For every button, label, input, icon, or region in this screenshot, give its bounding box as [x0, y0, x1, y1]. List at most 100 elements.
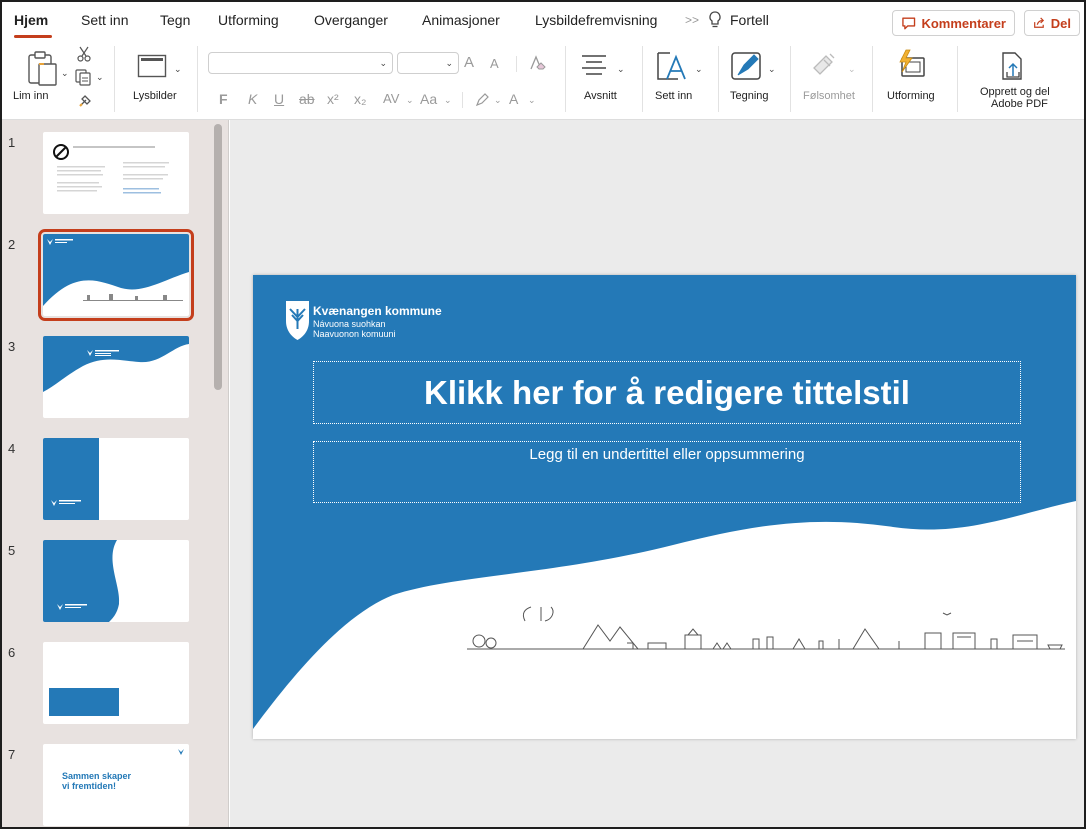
slide-thumbnail-2[interactable]: [38, 229, 194, 321]
increase-font-icon[interactable]: A: [464, 54, 474, 71]
slide-thumbnail-3[interactable]: [43, 336, 189, 418]
highlight-icon[interactable]: [474, 92, 490, 108]
ribbon-separator: [872, 46, 873, 112]
subtitle-placeholder[interactable]: Legg til en undertittel eller oppsummeri…: [313, 441, 1021, 503]
paste-icon[interactable]: [26, 50, 60, 88]
chevron-down-icon[interactable]: ⌄: [406, 95, 414, 106]
font-size-select[interactable]: ⌄: [397, 52, 459, 74]
slide-number: 4: [8, 441, 16, 456]
insert-label: Sett inn: [655, 90, 693, 102]
drawing-label: Tegning: [730, 90, 769, 102]
chevron-down-icon: ⌄: [445, 58, 453, 68]
sensitivity-chevron-icon[interactable]: ⌄: [848, 64, 856, 75]
ribbon-separator: [197, 46, 198, 112]
tab-overganger[interactable]: Overganger: [314, 12, 388, 28]
paragraph-chevron-icon[interactable]: ⌄: [617, 64, 625, 75]
ribbon-separator: [516, 56, 517, 72]
slides-label: Lysbilder: [133, 90, 177, 102]
font-family-select[interactable]: ⌄: [208, 52, 393, 74]
ribbon-separator: [957, 46, 958, 112]
share-button[interactable]: Del: [1024, 10, 1080, 36]
tab-sett-inn[interactable]: Sett inn: [81, 12, 128, 28]
chevron-down-icon[interactable]: ⌄: [494, 95, 502, 106]
chevron-down-icon[interactable]: ⌄: [444, 95, 452, 106]
slide-thumbnails-pane[interactable]: 1 2 3 4 5 6 7 Sammen skaper vi fremtiden…: [2, 120, 229, 827]
slide-number: 3: [8, 339, 16, 354]
copy-chevron-icon[interactable]: ⌄: [96, 72, 104, 83]
new-slide-icon[interactable]: [137, 54, 167, 78]
font-color-button[interactable]: A: [509, 91, 518, 107]
insert-textbox-icon[interactable]: [655, 49, 689, 83]
designer-icon[interactable]: [894, 48, 928, 82]
tab-animasjoner[interactable]: Animasjoner: [422, 12, 500, 28]
share-label: Del: [1050, 15, 1071, 31]
slide-number: 7: [8, 747, 16, 762]
tab-lysbildefremvisning[interactable]: Lysbildefremvisning: [535, 12, 657, 28]
chevron-down-icon[interactable]: ⌄: [528, 95, 536, 106]
drawing-shapes-icon[interactable]: [730, 49, 764, 83]
superscript-button[interactable]: x²: [327, 91, 339, 107]
active-tab-indicator: [14, 35, 52, 38]
comments-label: Kommentarer: [921, 15, 1006, 31]
character-spacing-button[interactable]: AV: [383, 91, 399, 106]
sensitivity-icon[interactable]: [810, 50, 840, 80]
format-painter-icon[interactable]: [78, 92, 94, 108]
slide-thumbnail-4[interactable]: [43, 438, 189, 520]
tab-hjem[interactable]: Hjem: [14, 12, 48, 28]
lightbulb-icon[interactable]: [707, 10, 723, 30]
decrease-font-icon[interactable]: A: [490, 56, 499, 71]
slide-number: 2: [8, 237, 16, 252]
sensitivity-label: Følsomhet: [803, 90, 855, 102]
organization-logo-text: Kvænangen kommune Návuona suohkan Naavuo…: [313, 304, 442, 339]
slide-thumbnail-6[interactable]: [43, 642, 189, 724]
org-name-kven: Naavuonon komuuni: [313, 329, 396, 339]
subscript-button[interactable]: x₂: [354, 91, 366, 107]
ribbon-toolbar: ⌄ Lim inn ⌄ ⌄ Lysbilder ⌄ ⌄ A A F K U ab…: [2, 42, 1084, 120]
drawing-chevron-icon[interactable]: ⌄: [768, 64, 776, 75]
more-tabs-icon[interactable]: >>: [685, 13, 699, 27]
slide-thumbnail-1[interactable]: [43, 132, 189, 214]
comments-button[interactable]: Kommentarer: [892, 10, 1015, 36]
app-window: Hjem Sett inn Tegn Utforming Overganger …: [0, 0, 1086, 829]
title-placeholder[interactable]: Klikk her for å redigere tittelstil: [313, 361, 1021, 424]
kvaenangen-coat-of-arms-icon: [286, 301, 309, 340]
slide-thumbnail-7[interactable]: Sammen skaper vi fremtiden!: [43, 744, 189, 826]
adobe-pdf-share-icon[interactable]: [998, 50, 1026, 82]
slide-thumbnail-5[interactable]: [43, 540, 189, 622]
paragraph-align-icon[interactable]: [580, 52, 608, 78]
ribbon-separator: [718, 46, 719, 112]
paragraph-label: Avsnitt: [584, 90, 617, 102]
pdf-label-line2: Adobe PDF: [991, 98, 1048, 110]
ribbon-separator: [114, 46, 115, 112]
ribbon-separator: [642, 46, 643, 112]
scissors-icon[interactable]: [77, 46, 91, 62]
current-slide[interactable]: Kvænangen kommune Návuona suohkan Naavuo…: [253, 275, 1076, 739]
share-icon: [1034, 17, 1045, 28]
paste-label: Lim inn: [13, 90, 49, 102]
italic-button[interactable]: K: [248, 91, 257, 107]
thumbnail-text-line2: vi fremtiden!: [62, 781, 117, 791]
ribbon-separator: [462, 92, 463, 108]
copy-icon[interactable]: [74, 68, 92, 86]
tell-me-search[interactable]: Fortell: [730, 12, 769, 28]
insert-chevron-icon[interactable]: ⌄: [695, 64, 703, 75]
org-name-sami: Návuona suohkan: [313, 319, 386, 329]
designer-label: Utforming: [887, 90, 935, 102]
thumbnails-scrollbar[interactable]: [214, 124, 222, 390]
tab-tegn[interactable]: Tegn: [160, 12, 190, 28]
thumbnail-text-line1: Sammen skaper: [62, 771, 132, 781]
chevron-down-icon: ⌄: [379, 58, 387, 68]
strikethrough-button[interactable]: ab: [299, 91, 315, 107]
logo-mark-icon: [178, 749, 184, 755]
slide-number: 1: [8, 135, 16, 150]
bold-button[interactable]: F: [219, 91, 228, 107]
tab-utforming[interactable]: Utforming: [218, 12, 279, 28]
clear-formatting-icon[interactable]: [528, 54, 546, 72]
ribbon-separator: [565, 46, 566, 112]
change-case-button[interactable]: Aa: [420, 91, 437, 107]
new-slide-chevron-icon[interactable]: ⌄: [174, 64, 182, 75]
slide-editor-canvas[interactable]: Kvænangen kommune Návuona suohkan Naavuo…: [230, 120, 1084, 827]
org-name: Kvænangen kommune: [313, 304, 442, 318]
underline-button[interactable]: U: [274, 91, 284, 107]
paste-chevron-icon[interactable]: ⌄: [61, 68, 69, 79]
